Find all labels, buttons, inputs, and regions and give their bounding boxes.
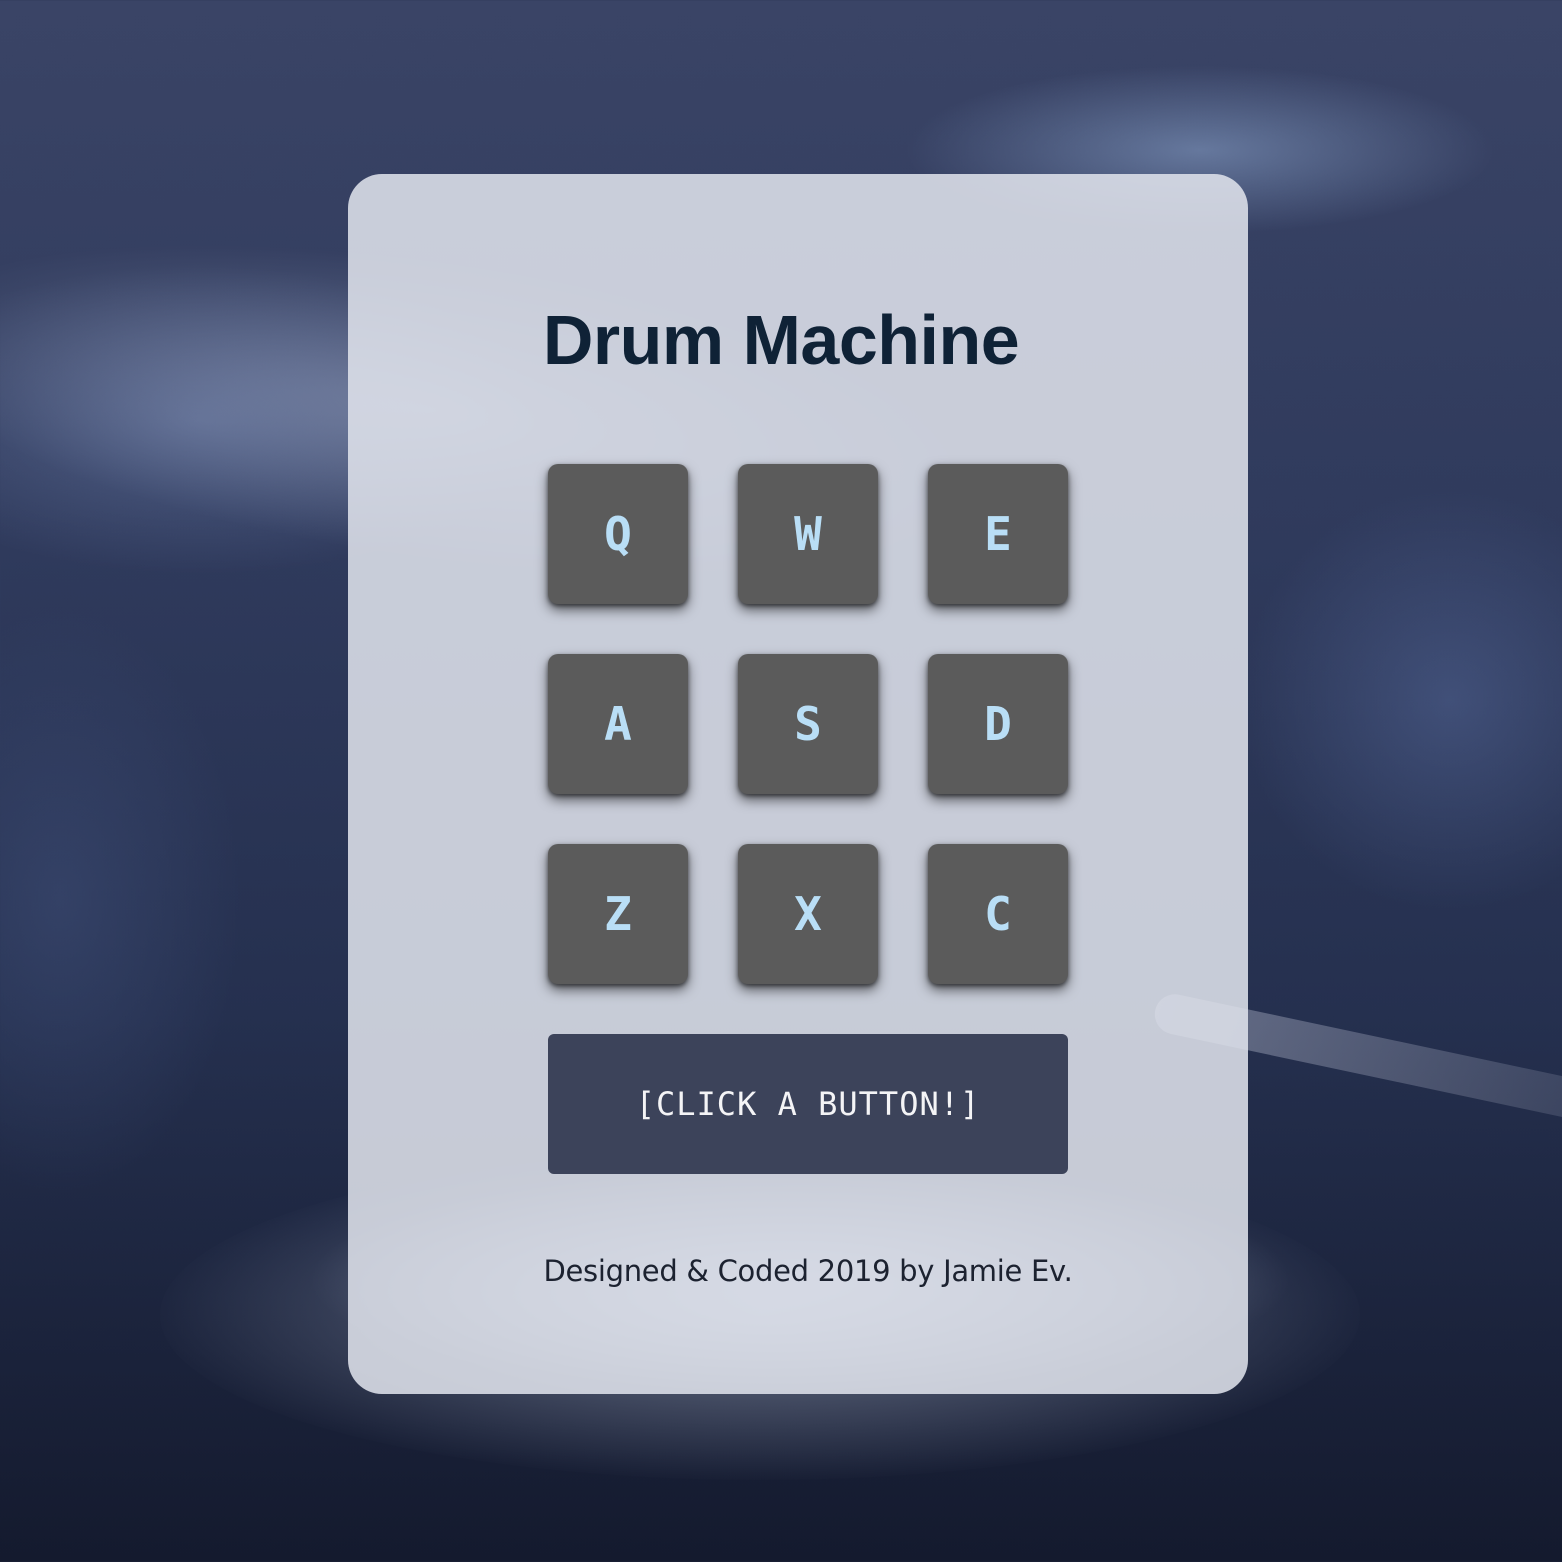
- drum-pad-label: C: [984, 887, 1012, 941]
- drum-pad-d[interactable]: D: [928, 654, 1068, 794]
- drum-pad-e[interactable]: E: [928, 464, 1068, 604]
- drum-pad-q[interactable]: Q: [548, 464, 688, 604]
- drum-pad-z[interactable]: Z: [548, 844, 688, 984]
- drum-pad-label: Q: [604, 507, 632, 561]
- drum-pad-grid: Q W E A S D Z X C: [548, 464, 1068, 984]
- drum-pad-c[interactable]: C: [928, 844, 1068, 984]
- drum-pad-label: D: [984, 697, 1012, 751]
- drum-pad-label: E: [984, 507, 1012, 561]
- drum-pad-label: S: [794, 697, 822, 751]
- drum-pad-w[interactable]: W: [738, 464, 878, 604]
- sound-display-text: [CLICK A BUTTON!]: [635, 1085, 981, 1123]
- drum-pad-label: W: [794, 507, 822, 561]
- footer-credit: Designed & Coded 2019 by Jamie Ev.: [543, 1254, 1073, 1288]
- drum-pad-s[interactable]: S: [738, 654, 878, 794]
- drum-pad-a[interactable]: A: [548, 654, 688, 794]
- drum-pad-label: A: [604, 697, 632, 751]
- drum-pad-label: Z: [604, 887, 632, 941]
- drum-pad-label: X: [794, 887, 822, 941]
- sound-display: [CLICK A BUTTON!]: [548, 1034, 1068, 1174]
- page-title: Drum Machine: [542, 301, 1020, 379]
- drum-pad-x[interactable]: X: [738, 844, 878, 984]
